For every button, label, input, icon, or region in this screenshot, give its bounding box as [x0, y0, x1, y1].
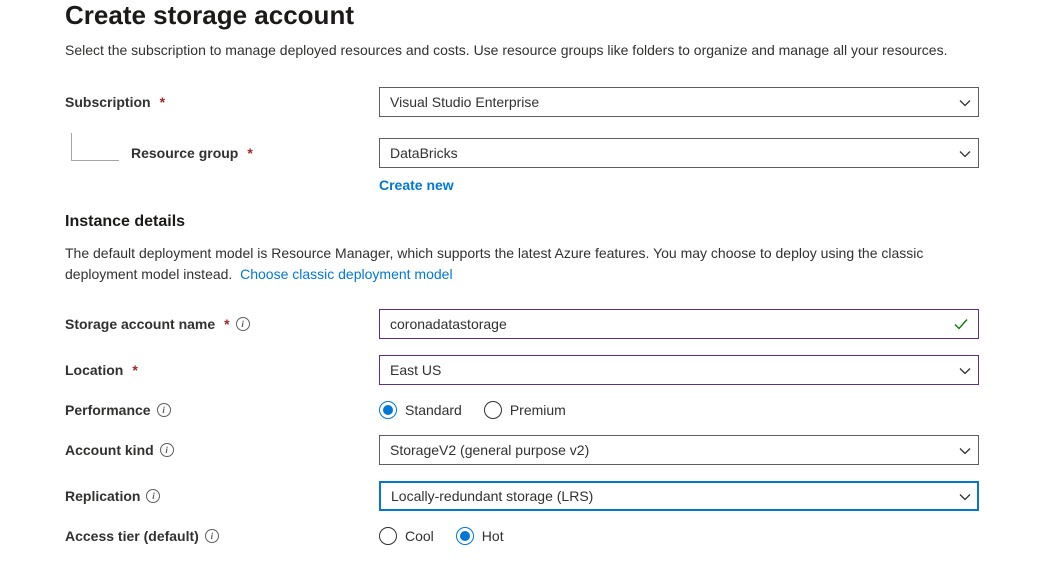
check-icon: [953, 316, 969, 332]
location-select[interactable]: East US: [379, 355, 979, 385]
info-icon[interactable]: i: [146, 489, 160, 503]
performance-label: Performance i: [65, 402, 379, 418]
subscription-select[interactable]: Visual Studio Enterprise: [379, 87, 979, 117]
storage-name-label: Storage account name* i: [65, 316, 379, 332]
instance-details-heading: Instance details: [65, 213, 1043, 231]
storage-name-input[interactable]: [379, 309, 979, 339]
account-kind-select[interactable]: StorageV2 (general purpose v2): [379, 435, 979, 465]
location-label: Location*: [65, 362, 379, 378]
performance-premium-radio[interactable]: Premium: [484, 401, 566, 419]
create-new-link[interactable]: Create new: [379, 177, 454, 193]
required-indicator: *: [247, 145, 252, 161]
performance-standard-radio[interactable]: Standard: [379, 401, 462, 419]
info-icon[interactable]: i: [160, 443, 174, 457]
indent-line: [71, 133, 119, 161]
page-title: Create storage account: [65, 0, 1043, 31]
info-icon[interactable]: i: [236, 317, 250, 331]
replication-select[interactable]: Locally-redundant storage (LRS): [379, 481, 979, 511]
instance-details-description: The default deployment model is Resource…: [65, 243, 985, 285]
access-tier-radio-group: Cool Hot: [379, 527, 979, 545]
resource-group-select[interactable]: DataBricks: [379, 138, 979, 168]
subscription-label: Subscription*: [65, 94, 379, 110]
required-indicator: *: [224, 316, 229, 332]
info-icon[interactable]: i: [157, 403, 171, 417]
performance-radio-group: Standard Premium: [379, 401, 979, 419]
page-description: Select the subscription to manage deploy…: [65, 41, 985, 61]
replication-label: Replication i: [65, 488, 379, 504]
resource-group-label: Resource group: [131, 145, 238, 161]
classic-deployment-link[interactable]: Choose classic deployment model: [240, 266, 452, 282]
access-tier-cool-radio[interactable]: Cool: [379, 527, 434, 545]
info-icon[interactable]: i: [205, 529, 219, 543]
access-tier-label: Access tier (default) i: [65, 528, 379, 544]
account-kind-label: Account kind i: [65, 442, 379, 458]
access-tier-hot-radio[interactable]: Hot: [456, 527, 504, 545]
required-indicator: *: [132, 362, 137, 378]
required-indicator: *: [160, 94, 165, 110]
